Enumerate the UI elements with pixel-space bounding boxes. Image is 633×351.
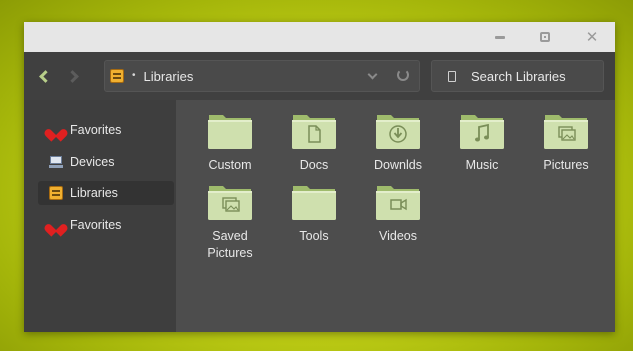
libraries-icon bbox=[49, 186, 63, 200]
folder-item-music[interactable]: Music bbox=[442, 112, 522, 174]
folder-downloads-icon bbox=[376, 115, 420, 149]
close-icon: ✕ bbox=[585, 27, 599, 46]
folder-docs-icon bbox=[292, 115, 336, 149]
folder-label: Docs bbox=[299, 158, 329, 172]
folder-item-pictures[interactable]: Pictures bbox=[526, 112, 606, 174]
sidebar: Favorites Devices Libraries Favorites bbox=[24, 100, 176, 332]
folder-music-icon bbox=[460, 115, 504, 149]
folder-pictures-icon bbox=[208, 186, 252, 220]
path-separator: • bbox=[132, 69, 136, 81]
maximize-icon bbox=[540, 32, 550, 42]
title-bar: ✕ bbox=[24, 22, 615, 52]
folder-item-custom[interactable]: Custom bbox=[190, 112, 270, 174]
sidebar-item-devices[interactable]: Devices bbox=[40, 150, 174, 174]
heart-icon bbox=[49, 124, 63, 137]
reload-icon[interactable] bbox=[397, 69, 409, 81]
search-placeholder: Search Libraries bbox=[471, 68, 566, 84]
sidebar-item-favorites-2[interactable]: Favorites bbox=[40, 213, 174, 237]
heart-icon bbox=[49, 219, 63, 232]
folder-view: Custom Docs Downlds Music Pictures Saved… bbox=[176, 100, 615, 332]
search-icon bbox=[448, 70, 456, 82]
folder-pictures-icon bbox=[544, 115, 588, 149]
sidebar-item-label: Favorites bbox=[70, 123, 122, 137]
folder-item-videos[interactable]: Videos bbox=[358, 183, 438, 245]
sidebar-item-favorites[interactable]: Favorites bbox=[40, 118, 174, 142]
folder-icon bbox=[208, 115, 252, 149]
toolbar: • Libraries Search Libraries bbox=[24, 52, 615, 100]
sidebar-item-libraries[interactable]: Libraries bbox=[38, 181, 174, 205]
chevron-right-icon bbox=[65, 69, 79, 83]
minimize-button[interactable] bbox=[492, 29, 508, 45]
folder-label: Custom bbox=[208, 158, 252, 172]
chevron-down-icon[interactable] bbox=[367, 69, 378, 80]
sidebar-item-label: Libraries bbox=[70, 186, 118, 200]
folder-videos-icon bbox=[376, 186, 420, 220]
sidebar-item-label: Favorites bbox=[70, 218, 122, 232]
folder-label: Pictures bbox=[543, 158, 589, 172]
folder-label: Music bbox=[465, 158, 499, 172]
file-manager-window: ✕ • Libraries Search Libraries Favorites bbox=[24, 22, 615, 332]
folder-item-tools[interactable]: Tools bbox=[274, 183, 354, 245]
sidebar-item-label: Devices bbox=[70, 155, 115, 169]
folder-label: Saved Pictures bbox=[207, 229, 253, 260]
minimize-icon bbox=[495, 35, 505, 39]
folder-icon bbox=[292, 186, 336, 220]
main-area: Favorites Devices Libraries Favorites Cu… bbox=[24, 100, 615, 332]
forward-button[interactable] bbox=[65, 66, 83, 86]
location-bar[interactable]: • Libraries bbox=[104, 60, 420, 92]
folder-label: Videos bbox=[379, 229, 417, 243]
libraries-icon bbox=[110, 69, 124, 83]
monitor-icon bbox=[49, 156, 63, 168]
folder-label: Downlds bbox=[374, 158, 422, 172]
folder-label: Tools bbox=[299, 229, 329, 243]
back-button[interactable] bbox=[34, 66, 52, 86]
folder-item-saved-pictures[interactable]: Saved Pictures bbox=[190, 183, 270, 262]
chevron-left-icon bbox=[38, 69, 52, 83]
maximize-button[interactable] bbox=[537, 29, 553, 45]
close-button[interactable]: ✕ bbox=[584, 29, 600, 45]
folder-item-downloads[interactable]: Downlds bbox=[358, 112, 438, 174]
search-input[interactable]: Search Libraries bbox=[431, 60, 604, 92]
path-label: Libraries bbox=[143, 68, 194, 84]
folder-item-docs[interactable]: Docs bbox=[274, 112, 354, 174]
